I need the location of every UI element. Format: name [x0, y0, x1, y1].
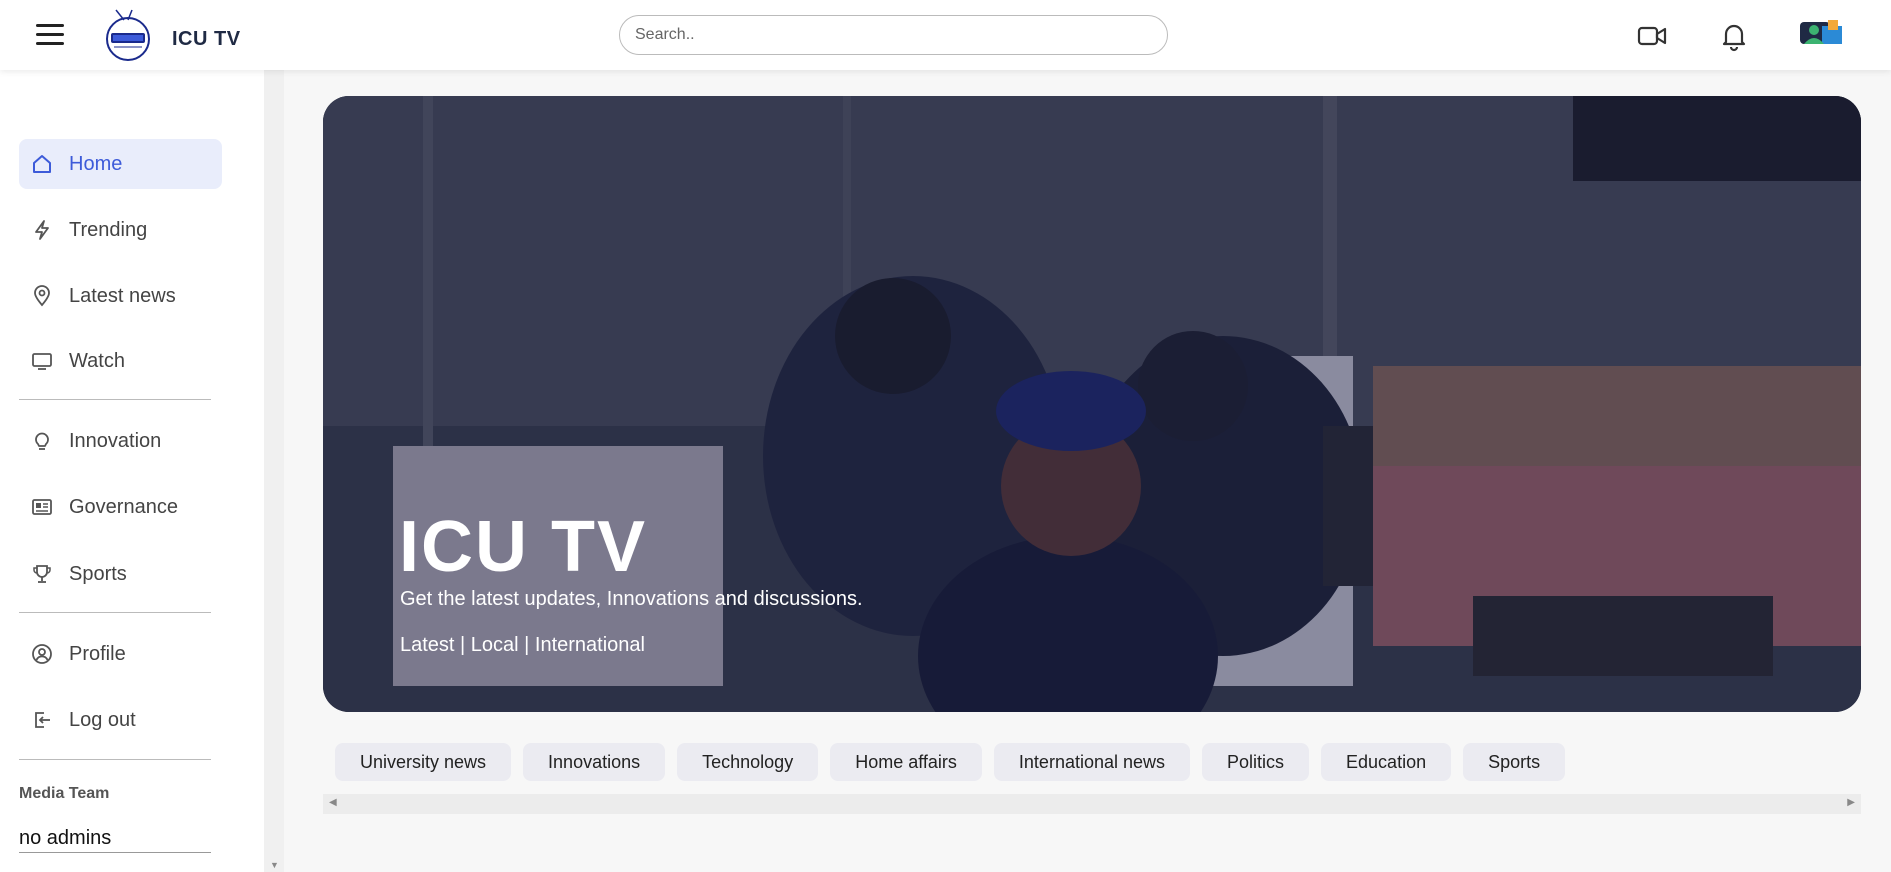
hero-overlay — [323, 96, 1861, 712]
home-icon — [31, 153, 53, 175]
chip-home-affairs[interactable]: Home affairs — [830, 743, 982, 781]
hero-title: ICU TV — [399, 507, 648, 587]
scroll-left-arrow-icon[interactable]: ◀ — [329, 797, 337, 808]
brand-title: ICU TV — [172, 28, 241, 50]
sidebar-item-label: Sports — [69, 562, 127, 585]
sidebar-item-label: Watch — [69, 349, 125, 372]
sidebar-item-latest-news[interactable]: Latest news — [19, 271, 222, 321]
hero-banner: ICU TV Get the latest updates, Innovatio… — [323, 96, 1861, 712]
chip-innovations[interactable]: Innovations — [523, 743, 666, 781]
sidebar-item-label: Log out — [69, 708, 136, 731]
location-pin-icon — [31, 285, 53, 307]
scroll-right-arrow-icon[interactable]: ▶ — [1847, 797, 1855, 808]
user-circle-icon — [31, 643, 53, 665]
chips-scrollbar[interactable]: ◀ ▶ — [323, 794, 1861, 814]
media-team-value: no admins — [19, 827, 211, 853]
chip-university-news[interactable]: University news — [335, 743, 512, 781]
avatar[interactable] — [1798, 18, 1844, 48]
chip-international-news[interactable]: International news — [993, 743, 1191, 781]
sidebar-item-sports[interactable]: Sports — [19, 549, 222, 599]
chip-politics[interactable]: Politics — [1202, 743, 1310, 781]
sidebar: Home Trending Latest news Watch Innovati… — [0, 70, 265, 872]
bell-icon[interactable] — [1718, 20, 1750, 52]
lightbulb-icon — [31, 430, 53, 452]
video-camera-icon[interactable] — [1636, 20, 1668, 52]
icu-tv-logo[interactable] — [104, 6, 152, 64]
scroll-down-arrow-icon[interactable]: ▼ — [270, 860, 279, 870]
chip-sports[interactable]: Sports — [1463, 743, 1566, 781]
sidebar-scrollbar[interactable] — [264, 70, 284, 872]
sidebar-item-trending[interactable]: Trending — [19, 205, 222, 255]
lightning-icon — [31, 219, 53, 241]
trophy-icon — [31, 563, 53, 585]
sidebar-item-label: Trending — [69, 218, 148, 241]
sidebar-item-profile[interactable]: Profile — [19, 629, 222, 679]
top-header: ICU TV — [0, 0, 1891, 70]
sidebar-item-innovation[interactable]: Innovation — [19, 416, 222, 466]
media-team-heading: Media Team — [19, 785, 110, 802]
sidebar-item-label: Home — [69, 152, 123, 175]
sidebar-item-label: Latest news — [69, 284, 176, 307]
sidebar-item-label: Profile — [69, 642, 126, 665]
chip-technology[interactable]: Technology — [677, 743, 819, 781]
search-input[interactable] — [619, 15, 1168, 55]
sidebar-divider — [19, 399, 211, 400]
sidebar-item-watch[interactable]: Watch — [19, 336, 222, 386]
category-chips: University news Innovations Technology H… — [335, 743, 1566, 781]
sidebar-item-label: Innovation — [69, 429, 162, 452]
sidebar-item-logout[interactable]: Log out — [19, 695, 222, 745]
newspaper-icon — [31, 496, 53, 518]
hero-subtitle: Get the latest updates, Innovations and … — [400, 588, 863, 610]
menu-icon[interactable] — [36, 24, 66, 46]
monitor-icon — [31, 350, 53, 372]
sidebar-item-governance[interactable]: Governance — [19, 482, 222, 532]
hero-links: Latest | Local | International — [400, 634, 645, 656]
sidebar-item-label: Governance — [69, 495, 178, 518]
logout-icon — [31, 709, 53, 731]
sidebar-divider — [19, 759, 211, 760]
sidebar-divider — [19, 612, 211, 613]
chip-education[interactable]: Education — [1321, 743, 1452, 781]
sidebar-item-home[interactable]: Home — [19, 139, 222, 189]
